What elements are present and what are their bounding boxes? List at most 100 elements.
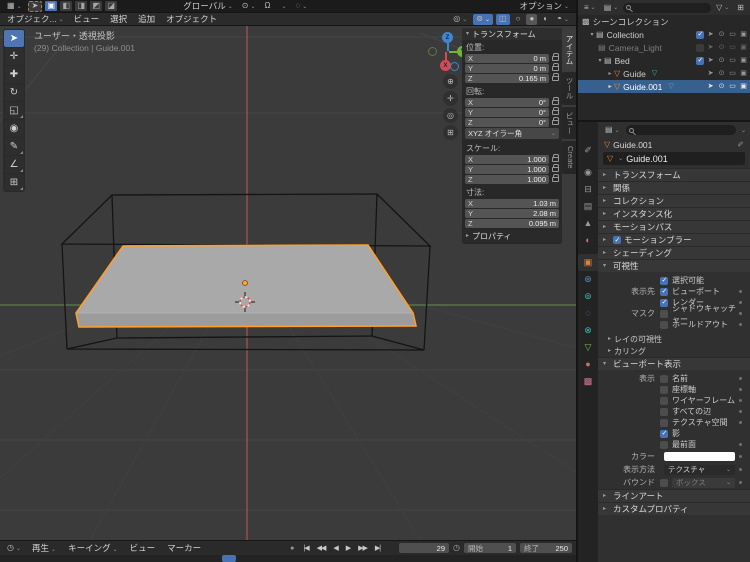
next-keyframe-button[interactable]: ▶▶ <box>356 544 369 552</box>
dimensions-z-field[interactable]: Z 0.095 m <box>465 219 559 228</box>
location-x-field[interactable]: X 0 m <box>465 54 549 63</box>
options-dropdown[interactable]: オプション ⌄ <box>516 1 572 12</box>
shadow-checkbox[interactable] <box>660 429 668 438</box>
transform-panel-header[interactable]: ▾ トランスフォーム <box>462 28 562 40</box>
texture-space-checkbox[interactable] <box>660 418 668 427</box>
restrict-select-icon[interactable]: ➤ <box>706 57 715 64</box>
outliner-row-guide[interactable]: ▸ ▽ Guide ▽ ➤ ⊙ ▭ ▣ <box>578 67 750 80</box>
properties-editor-type-button[interactable]: ▤ ⌄ <box>602 125 623 136</box>
decorator-dot[interactable] <box>739 399 742 402</box>
hide-eye-icon[interactable]: ⊙ <box>717 70 726 77</box>
hide-eye-icon[interactable]: ⊙ <box>717 44 726 51</box>
lock-icon[interactable] <box>552 73 559 81</box>
disable-viewport-icon[interactable]: ▭ <box>728 83 737 90</box>
lock-icon[interactable] <box>552 97 559 105</box>
tab-view-layer[interactable]: ▤ <box>578 198 598 215</box>
decorator-dot[interactable] <box>739 455 742 458</box>
shading-wireframe-button[interactable]: ○ <box>513 14 524 25</box>
outliner-row-guide-001[interactable]: ▸ ▽ Guide.001 ▽ ➤ ⊙ ▭ ▣ <box>578 80 750 93</box>
decorator-dot[interactable] <box>739 388 742 391</box>
scale-x-field[interactable]: X 1.000 <box>465 155 549 164</box>
add-cube-tool-button[interactable]: ⊞ <box>4 174 24 191</box>
tab-output[interactable]: ⊟ <box>578 181 598 198</box>
culling-subpanel[interactable]: ▸ カリング <box>598 345 750 357</box>
exclude-checkbox[interactable] <box>696 43 704 52</box>
mode-dropdown[interactable]: オブジェク... ⌄ <box>4 14 67 25</box>
lock-icon[interactable] <box>552 107 559 115</box>
lock-icon[interactable] <box>552 63 559 71</box>
tab-render[interactable]: ◉ <box>578 164 598 181</box>
previous-keyframe-button[interactable]: ◀◀ <box>315 544 328 552</box>
frame-end-field[interactable]: 終了 250 <box>520 543 572 553</box>
outliner-search-input[interactable] <box>623 2 712 13</box>
restrict-select-icon[interactable]: ➤ <box>706 70 715 77</box>
disable-viewport-icon[interactable]: ▭ <box>728 57 737 64</box>
wireframe-checkbox[interactable] <box>660 396 668 405</box>
disable-viewport-icon[interactable]: ▭ <box>728 44 737 51</box>
3d-viewport[interactable]: ユーザー・透視投影 (29) Collection | Guide.001 ➤ … <box>0 26 576 540</box>
rotation-z-field[interactable]: Z 0° <box>465 118 549 127</box>
outliner-row-scene-collection[interactable]: ▩ シーンコレクション <box>578 15 750 28</box>
tab-tool[interactable]: ✐ <box>578 142 598 159</box>
decorator-dot[interactable] <box>739 290 742 293</box>
panel-viewport-display[interactable]: ▾ ビューポート表示 <box>598 357 750 370</box>
location-y-field[interactable]: Y 0 m <box>465 64 549 73</box>
xray-toggle-button[interactable]: ◫ <box>496 13 510 25</box>
panel-motion-paths[interactable]: ▸ モーションパス <box>598 220 750 233</box>
proportional-edit-button[interactable]: ◌ ⌄ <box>293 1 311 12</box>
play-reverse-button[interactable]: ◀ <box>331 544 339 552</box>
panel-visibility[interactable]: ▾ 可視性 <box>598 259 750 272</box>
tab-texture[interactable]: ▩ <box>578 373 598 390</box>
scale-z-field[interactable]: Z 1.000 <box>465 175 549 184</box>
decorator-dot[interactable] <box>739 443 742 446</box>
dimensions-x-field[interactable]: X 1.03 m <box>465 199 559 208</box>
all-edges-checkbox[interactable] <box>660 407 668 416</box>
lock-icon[interactable] <box>552 174 559 182</box>
color-swatch[interactable] <box>664 452 735 461</box>
holdout-checkbox[interactable] <box>660 320 668 329</box>
menu-timeline-view[interactable]: ビュー <box>126 542 160 554</box>
decorator-dot[interactable] <box>739 377 742 380</box>
bounds-dropdown[interactable]: ボックス ⌄ <box>672 477 735 488</box>
rotation-mode-dropdown[interactable]: XYZ オイラー角 ⌄ <box>465 128 559 139</box>
active-tool-button[interactable]: ➤ <box>27 0 43 12</box>
jump-to-end-button[interactable]: ▶| <box>373 544 382 552</box>
camera-view-button[interactable]: ◎ <box>443 108 458 123</box>
rotate-tool-button[interactable]: ↻ <box>4 84 24 101</box>
menu-add[interactable]: 追加 <box>134 13 159 25</box>
measure-tool-button[interactable]: ∠ <box>4 156 24 173</box>
shading-solid-button[interactable]: ● <box>526 13 538 25</box>
scale-tool-button[interactable]: ◱ <box>4 102 24 119</box>
lock-icon[interactable] <box>552 53 559 61</box>
properties-panel-header[interactable]: ▸ プロパティ <box>462 230 562 242</box>
new-collection-button[interactable]: ⊞ <box>734 2 747 13</box>
restrict-select-icon[interactable]: ➤ <box>706 44 715 51</box>
transform-orientation-dropdown[interactable]: グローバル ⌄ <box>180 1 235 12</box>
tab-scene[interactable]: ▲ <box>578 215 598 232</box>
disable-viewport-icon[interactable]: ▭ <box>728 70 737 77</box>
tab-object[interactable]: ▣ <box>578 254 598 271</box>
zoom-button[interactable]: ⊕ <box>443 74 458 89</box>
tab-world[interactable]: ◐ <box>578 232 598 249</box>
tab-modifiers[interactable]: ⊛ <box>578 271 598 288</box>
scale-y-field[interactable]: Y 1.000 <box>465 165 549 174</box>
jump-to-start-button[interactable]: |◀ <box>301 544 310 552</box>
shadow-catcher-checkbox[interactable] <box>660 309 668 318</box>
display-as-dropdown[interactable]: テクスチャ ⌄ <box>664 464 735 475</box>
disable-render-icon[interactable]: ▣ <box>739 31 748 38</box>
location-z-field[interactable]: Z 0.165 m <box>465 74 549 83</box>
annotate-tool-button[interactable]: ✎ <box>4 138 24 155</box>
lock-icon[interactable] <box>552 117 559 125</box>
shading-rendered-button[interactable]: ◓ ⌄ <box>554 14 572 25</box>
cursor-tool-button[interactable]: ✛ <box>4 48 24 65</box>
editor-type-button[interactable]: ▦ ⌄ <box>4 1 25 12</box>
panel-shading[interactable]: ▸ シェーディング <box>598 246 750 259</box>
decorator-dot[interactable] <box>739 410 742 413</box>
menu-object[interactable]: オブジェクト <box>162 13 221 25</box>
move-tool-button[interactable]: ✚ <box>4 66 24 83</box>
restrict-select-icon[interactable]: ➤ <box>706 83 715 90</box>
disable-render-icon[interactable]: ▣ <box>739 70 748 77</box>
sidebar-tab-item[interactable]: アイテム <box>562 30 576 70</box>
menu-playback[interactable]: 再生 ⌄ <box>28 542 60 554</box>
panel-motion-blur[interactable]: ▸ モーションブラー <box>598 233 750 246</box>
